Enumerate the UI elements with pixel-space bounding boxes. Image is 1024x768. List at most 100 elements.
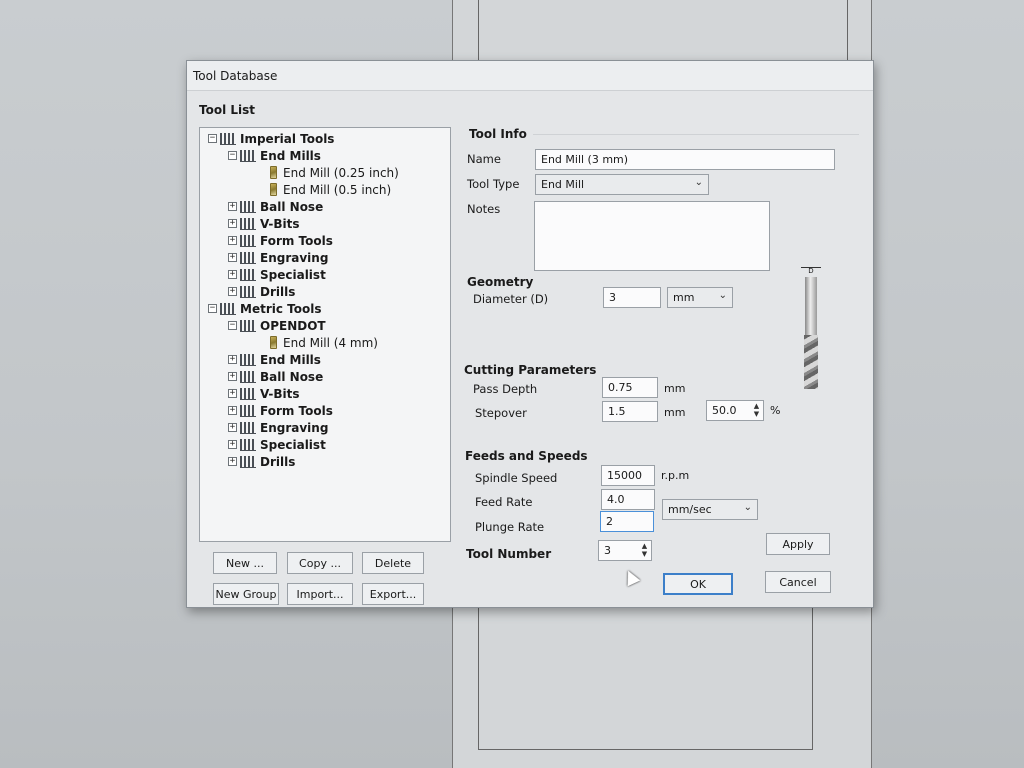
spindle-speed-input[interactable]: 15000 xyxy=(601,465,655,486)
tree-item[interactable]: + End Mills xyxy=(200,351,450,368)
chevron-down-icon: ⌄ xyxy=(718,290,727,301)
folder-icon xyxy=(240,319,256,332)
tree-item[interactable]: + Specialist xyxy=(200,436,450,453)
expand-icon[interactable]: + xyxy=(228,457,237,466)
chevron-down-icon: ⌄ xyxy=(743,502,752,513)
tool-list-label: Tool List xyxy=(199,103,256,117)
collapse-icon[interactable]: − xyxy=(208,134,217,143)
folder-icon xyxy=(240,438,256,451)
expand-icon[interactable]: + xyxy=(228,236,237,245)
folder-icon xyxy=(240,370,256,383)
tree-item-label: Drills xyxy=(260,284,296,299)
expand-icon[interactable]: + xyxy=(228,253,237,262)
delete-button[interactable]: Delete xyxy=(362,552,424,574)
tree-item-label: OPENDOT xyxy=(260,318,326,333)
collapse-icon[interactable]: − xyxy=(228,151,237,160)
pass-depth-input[interactable]: 0.75 xyxy=(602,377,658,398)
tree-item-label: End Mills xyxy=(260,352,321,367)
folder-icon xyxy=(240,353,256,366)
chevron-down-icon: ⌄ xyxy=(694,177,703,188)
tree-item[interactable]: End Mill (0.5 inch) xyxy=(200,181,450,198)
new-group-button[interactable]: New Group xyxy=(213,583,279,605)
notes-textarea[interactable] xyxy=(534,201,770,271)
tree-item[interactable]: + Drills xyxy=(200,453,450,470)
folder-icon xyxy=(240,149,256,162)
rate-unit-value: mm/sec xyxy=(668,503,712,516)
collapse-icon[interactable]: − xyxy=(228,321,237,330)
tree-item[interactable]: + V-Bits xyxy=(200,385,450,402)
tree-item-label: End Mill (4 mm) xyxy=(283,335,378,350)
copy-button[interactable]: Copy ... xyxy=(287,552,353,574)
tree-item[interactable]: − OPENDOT xyxy=(200,317,450,334)
tool-type-select[interactable]: End Mill ⌄ xyxy=(535,174,709,195)
apply-button[interactable]: Apply xyxy=(766,533,830,555)
dialog-title: Tool Database xyxy=(193,69,278,83)
tree-item[interactable]: + Drills xyxy=(200,283,450,300)
tool-info-title: Tool Info xyxy=(469,127,527,141)
expand-icon[interactable]: + xyxy=(228,406,237,415)
expand-icon[interactable]: + xyxy=(228,270,237,279)
tool-type-value: End Mill xyxy=(541,178,585,191)
expand-icon[interactable]: + xyxy=(228,389,237,398)
tree-item[interactable]: + Form Tools xyxy=(200,402,450,419)
tool-tree[interactable]: − Imperial Tools − End Mills End Mill (0.25 … xyxy=(199,127,451,542)
collapse-icon[interactable]: − xyxy=(208,304,217,313)
expand-icon[interactable]: + xyxy=(228,202,237,211)
ok-button[interactable]: OK xyxy=(663,573,733,595)
stepover-percent-input[interactable]: 50.0 ▲ ▼ xyxy=(706,400,764,421)
tree-item[interactable]: − Imperial Tools xyxy=(200,130,450,147)
tree-item-label: Engraving xyxy=(260,420,329,435)
folder-icon xyxy=(240,268,256,281)
export-button[interactable]: Export... xyxy=(362,583,424,605)
tree-item[interactable]: + Ball Nose xyxy=(200,198,450,215)
diameter-unit-select[interactable]: mm ⌄ xyxy=(667,287,733,308)
stepover-percent-value: 50.0 xyxy=(712,404,737,417)
cancel-button[interactable]: Cancel xyxy=(765,571,831,593)
tool-info-divider xyxy=(533,134,859,135)
plunge-rate-input[interactable]: 2 xyxy=(600,511,654,532)
feed-rate-label: Feed Rate xyxy=(475,495,533,509)
expand-icon[interactable]: + xyxy=(228,372,237,381)
stepover-input[interactable]: 1.5 xyxy=(602,401,658,422)
tool-number-label: Tool Number xyxy=(466,547,552,561)
tree-item[interactable]: + Engraving xyxy=(200,249,450,266)
expand-icon[interactable]: + xyxy=(228,287,237,296)
tree-item-label: V-Bits xyxy=(260,216,300,231)
name-label: Name xyxy=(467,152,501,166)
spindle-speed-unit: r.p.m xyxy=(661,469,690,482)
tree-item[interactable]: End Mill (0.25 inch) xyxy=(200,164,450,181)
tree-item[interactable]: − End Mills xyxy=(200,147,450,164)
tool-type-label: Tool Type xyxy=(467,177,520,191)
tree-item-label: Ball Nose xyxy=(260,199,324,214)
pass-depth-label: Pass Depth xyxy=(473,382,538,396)
tree-item[interactable]: + Engraving xyxy=(200,419,450,436)
diameter-input[interactable]: 3 xyxy=(603,287,661,308)
end-mill-diagram: D xyxy=(801,267,821,389)
tree-item[interactable]: + Specialist xyxy=(200,266,450,283)
new-button[interactable]: New ... xyxy=(213,552,277,574)
name-input[interactable]: End Mill (3 mm) xyxy=(535,149,835,170)
expand-icon[interactable]: + xyxy=(228,355,237,364)
expand-icon[interactable]: + xyxy=(228,423,237,432)
rate-unit-select[interactable]: mm/sec ⌄ xyxy=(662,499,758,520)
expand-icon[interactable]: + xyxy=(228,440,237,449)
dialog-titlebar[interactable]: Tool Database xyxy=(187,61,873,91)
tool-number-value: 3 xyxy=(604,544,611,557)
tree-item-label: End Mills xyxy=(260,148,321,163)
spindle-speed-label: Spindle Speed xyxy=(475,471,558,485)
folder-icon xyxy=(240,404,256,417)
end-mill-icon xyxy=(270,183,277,196)
tree-item[interactable]: + Form Tools xyxy=(200,232,450,249)
tool-number-input[interactable]: 3 ▲ ▼ xyxy=(598,540,652,561)
spinner-arrows-icon[interactable]: ▲ ▼ xyxy=(640,542,649,558)
tool-flute xyxy=(804,335,818,389)
folder-icon xyxy=(240,217,256,230)
feed-rate-input[interactable]: 4.0 xyxy=(601,489,655,510)
import-button[interactable]: Import... xyxy=(287,583,353,605)
tree-item[interactable]: + V-Bits xyxy=(200,215,450,232)
tree-item[interactable]: − Metric Tools xyxy=(200,300,450,317)
tree-item[interactable]: End Mill (4 mm) xyxy=(200,334,450,351)
tree-item[interactable]: + Ball Nose xyxy=(200,368,450,385)
spinner-arrows-icon[interactable]: ▲ ▼ xyxy=(752,402,761,418)
expand-icon[interactable]: + xyxy=(228,219,237,228)
